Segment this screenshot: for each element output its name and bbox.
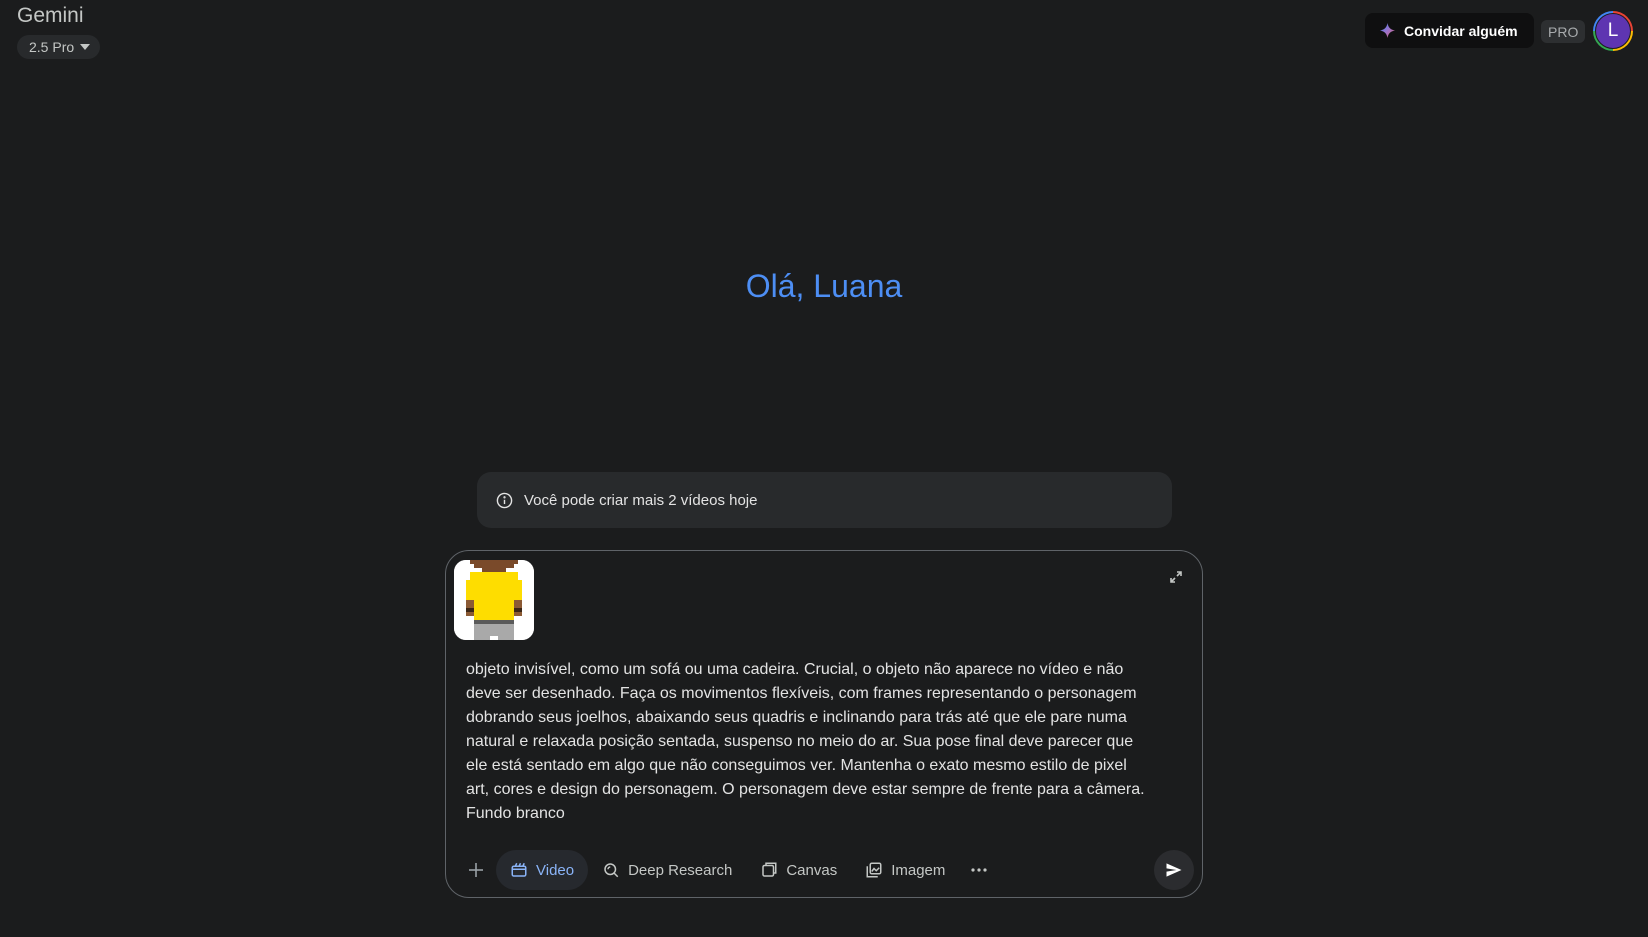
sparkle-icon <box>1380 23 1395 38</box>
tool-canvas[interactable]: Canvas <box>746 850 851 890</box>
model-selector[interactable]: 2.5 Pro <box>17 35 101 59</box>
expand-icon <box>1170 571 1182 583</box>
prompt-composer: objeto invisível, como um sofá ou uma ca… <box>445 550 1203 898</box>
tool-image[interactable]: Imagem <box>851 850 959 890</box>
avatar: L <box>1595 13 1631 49</box>
send-icon <box>1166 863 1182 877</box>
plus-icon <box>469 863 483 877</box>
tool-video[interactable]: Video <box>496 850 589 890</box>
invite-label: Convidar alguém <box>1404 22 1518 39</box>
pixel-character-image <box>454 560 534 640</box>
tool-label: Imagem <box>891 861 946 879</box>
expand-composer-button[interactable] <box>1170 571 1182 583</box>
pro-badge: PRO <box>1541 20 1586 43</box>
app-title: Gemini <box>17 4 84 27</box>
tool-label: Video <box>536 861 575 879</box>
deep-research-icon <box>604 863 619 878</box>
composer-toolbar: Video Deep Research Canvas Imagem <box>456 850 1194 890</box>
image-icon <box>866 862 882 878</box>
info-icon <box>496 492 513 509</box>
attached-image-thumbnail[interactable] <box>454 560 534 640</box>
tool-label: Canvas <box>786 861 838 879</box>
video-quota-notice: Você pode criar mais 2 vídeos hoje <box>477 472 1172 528</box>
greeting-heading: Olá, Luana <box>745 268 903 304</box>
video-icon <box>511 862 527 877</box>
more-horizontal-icon <box>971 868 987 872</box>
account-avatar-button[interactable]: L <box>1593 11 1633 51</box>
model-label: 2.5 Pro <box>29 39 75 55</box>
tool-deep-research[interactable]: Deep Research <box>588 850 746 890</box>
canvas-icon <box>762 862 777 877</box>
prompt-input[interactable]: objeto invisível, como um sofá ou uma ca… <box>466 658 1166 826</box>
send-button[interactable] <box>1154 850 1194 890</box>
add-attachment-button[interactable] <box>456 850 496 890</box>
tool-label: Deep Research <box>628 861 733 879</box>
more-tools-button[interactable] <box>959 850 999 890</box>
caret-down-icon <box>80 44 91 50</box>
invite-button[interactable]: Convidar alguém <box>1365 13 1534 48</box>
notice-text: Você pode criar mais 2 vídeos hoje <box>524 491 758 509</box>
